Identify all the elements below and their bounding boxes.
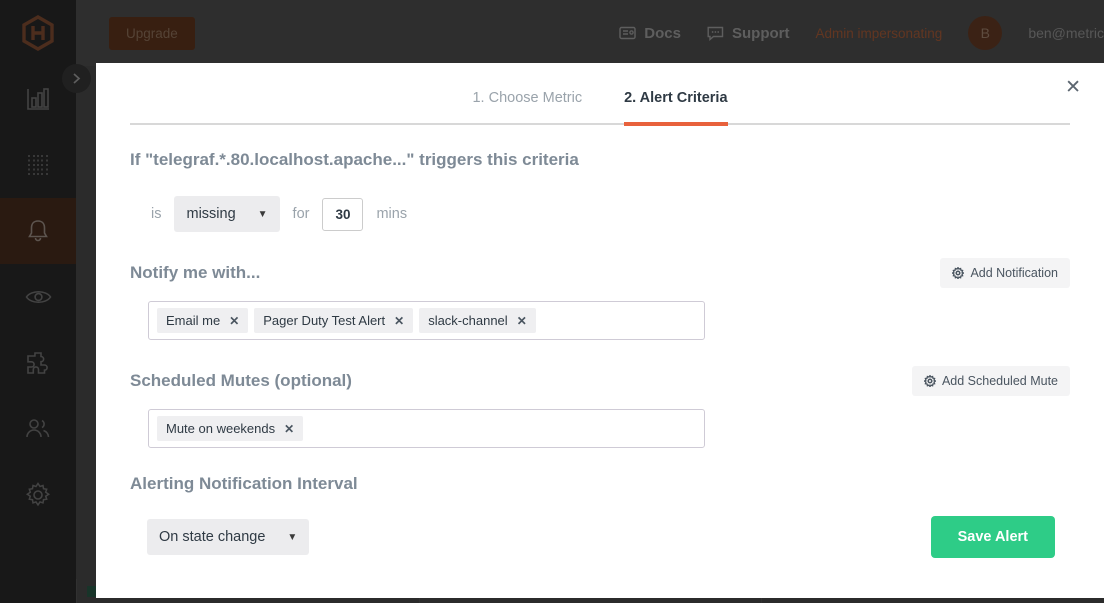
close-icon[interactable]: ✕ bbox=[1065, 78, 1081, 97]
condition-select-value: missing bbox=[186, 206, 236, 222]
remove-token-icon[interactable]: ✕ bbox=[517, 314, 527, 328]
criteria-title: If "telegraf.*.80.localhost.apache..." t… bbox=[130, 150, 579, 169]
add-scheduled-mute-button[interactable]: Add Scheduled Mute bbox=[911, 366, 1070, 396]
tab-alert-criteria[interactable]: 2. Alert Criteria bbox=[624, 90, 728, 126]
remove-token-icon[interactable]: ✕ bbox=[229, 314, 239, 328]
add-notification-label: Add Notification bbox=[970, 266, 1058, 280]
notification-token[interactable]: Pager Duty Test Alert ✕ bbox=[254, 308, 414, 333]
criteria-row: is missing ▼ for mins bbox=[130, 196, 1070, 232]
chevron-down-icon: ▼ bbox=[257, 208, 268, 220]
condition-select[interactable]: missing ▼ bbox=[174, 196, 280, 232]
interval-section-header: Alerting Notification Interval bbox=[130, 474, 1070, 494]
token-label: slack-channel bbox=[428, 313, 508, 328]
gear-icon bbox=[952, 267, 965, 279]
is-label: is bbox=[151, 206, 162, 222]
notification-token[interactable]: slack-channel ✕ bbox=[419, 308, 536, 333]
mute-token[interactable]: Mute on weekends ✕ bbox=[157, 416, 304, 441]
mins-label: mins bbox=[376, 206, 408, 222]
token-label: Mute on weekends bbox=[166, 421, 276, 436]
tab-choose-metric[interactable]: 1. Choose Metric bbox=[472, 90, 582, 123]
mutes-section-header: Scheduled Mutes (optional) Add Scheduled… bbox=[130, 366, 1070, 396]
modal-tabs: 1. Choose Metric 2. Alert Criteria bbox=[130, 63, 1070, 126]
remove-token-icon[interactable]: ✕ bbox=[284, 422, 294, 436]
token-label: Email me bbox=[166, 313, 221, 328]
for-label: for bbox=[292, 206, 310, 222]
modal-body: If "telegraf.*.80.localhost.apache..." t… bbox=[96, 150, 1104, 558]
mutes-title: Scheduled Mutes (optional) bbox=[130, 371, 352, 390]
notify-section-header: Notify me with... Add Notification bbox=[130, 258, 1070, 288]
add-notification-button[interactable]: Add Notification bbox=[940, 258, 1070, 288]
notification-token[interactable]: Email me ✕ bbox=[157, 308, 249, 333]
save-alert-button[interactable]: Save Alert bbox=[930, 516, 1055, 558]
interval-select-value: On state change bbox=[159, 529, 266, 545]
duration-input[interactable] bbox=[322, 197, 364, 231]
remove-token-icon[interactable]: ✕ bbox=[394, 314, 404, 328]
gear-icon bbox=[923, 375, 936, 387]
alert-criteria-modal: ✕ 1. Choose Metric 2. Alert Criteria If … bbox=[96, 63, 1104, 598]
notification-token-field[interactable]: Email me ✕ Pager Duty Test Alert ✕ slack… bbox=[148, 301, 705, 340]
mute-token-field[interactable]: Mute on weekends ✕ bbox=[148, 409, 705, 448]
add-scheduled-mute-label: Add Scheduled Mute bbox=[941, 374, 1058, 388]
interval-title: Alerting Notification Interval bbox=[130, 474, 358, 493]
app-root: Upgrade Docs Support Admin impersonating… bbox=[0, 0, 1104, 603]
interval-row: On state change ▼ Save Alert bbox=[130, 516, 1070, 558]
interval-select[interactable]: On state change ▼ bbox=[147, 519, 310, 555]
token-label: Pager Duty Test Alert bbox=[263, 313, 386, 328]
notify-title: Notify me with... bbox=[130, 263, 261, 282]
chevron-down-icon: ▼ bbox=[287, 531, 298, 543]
